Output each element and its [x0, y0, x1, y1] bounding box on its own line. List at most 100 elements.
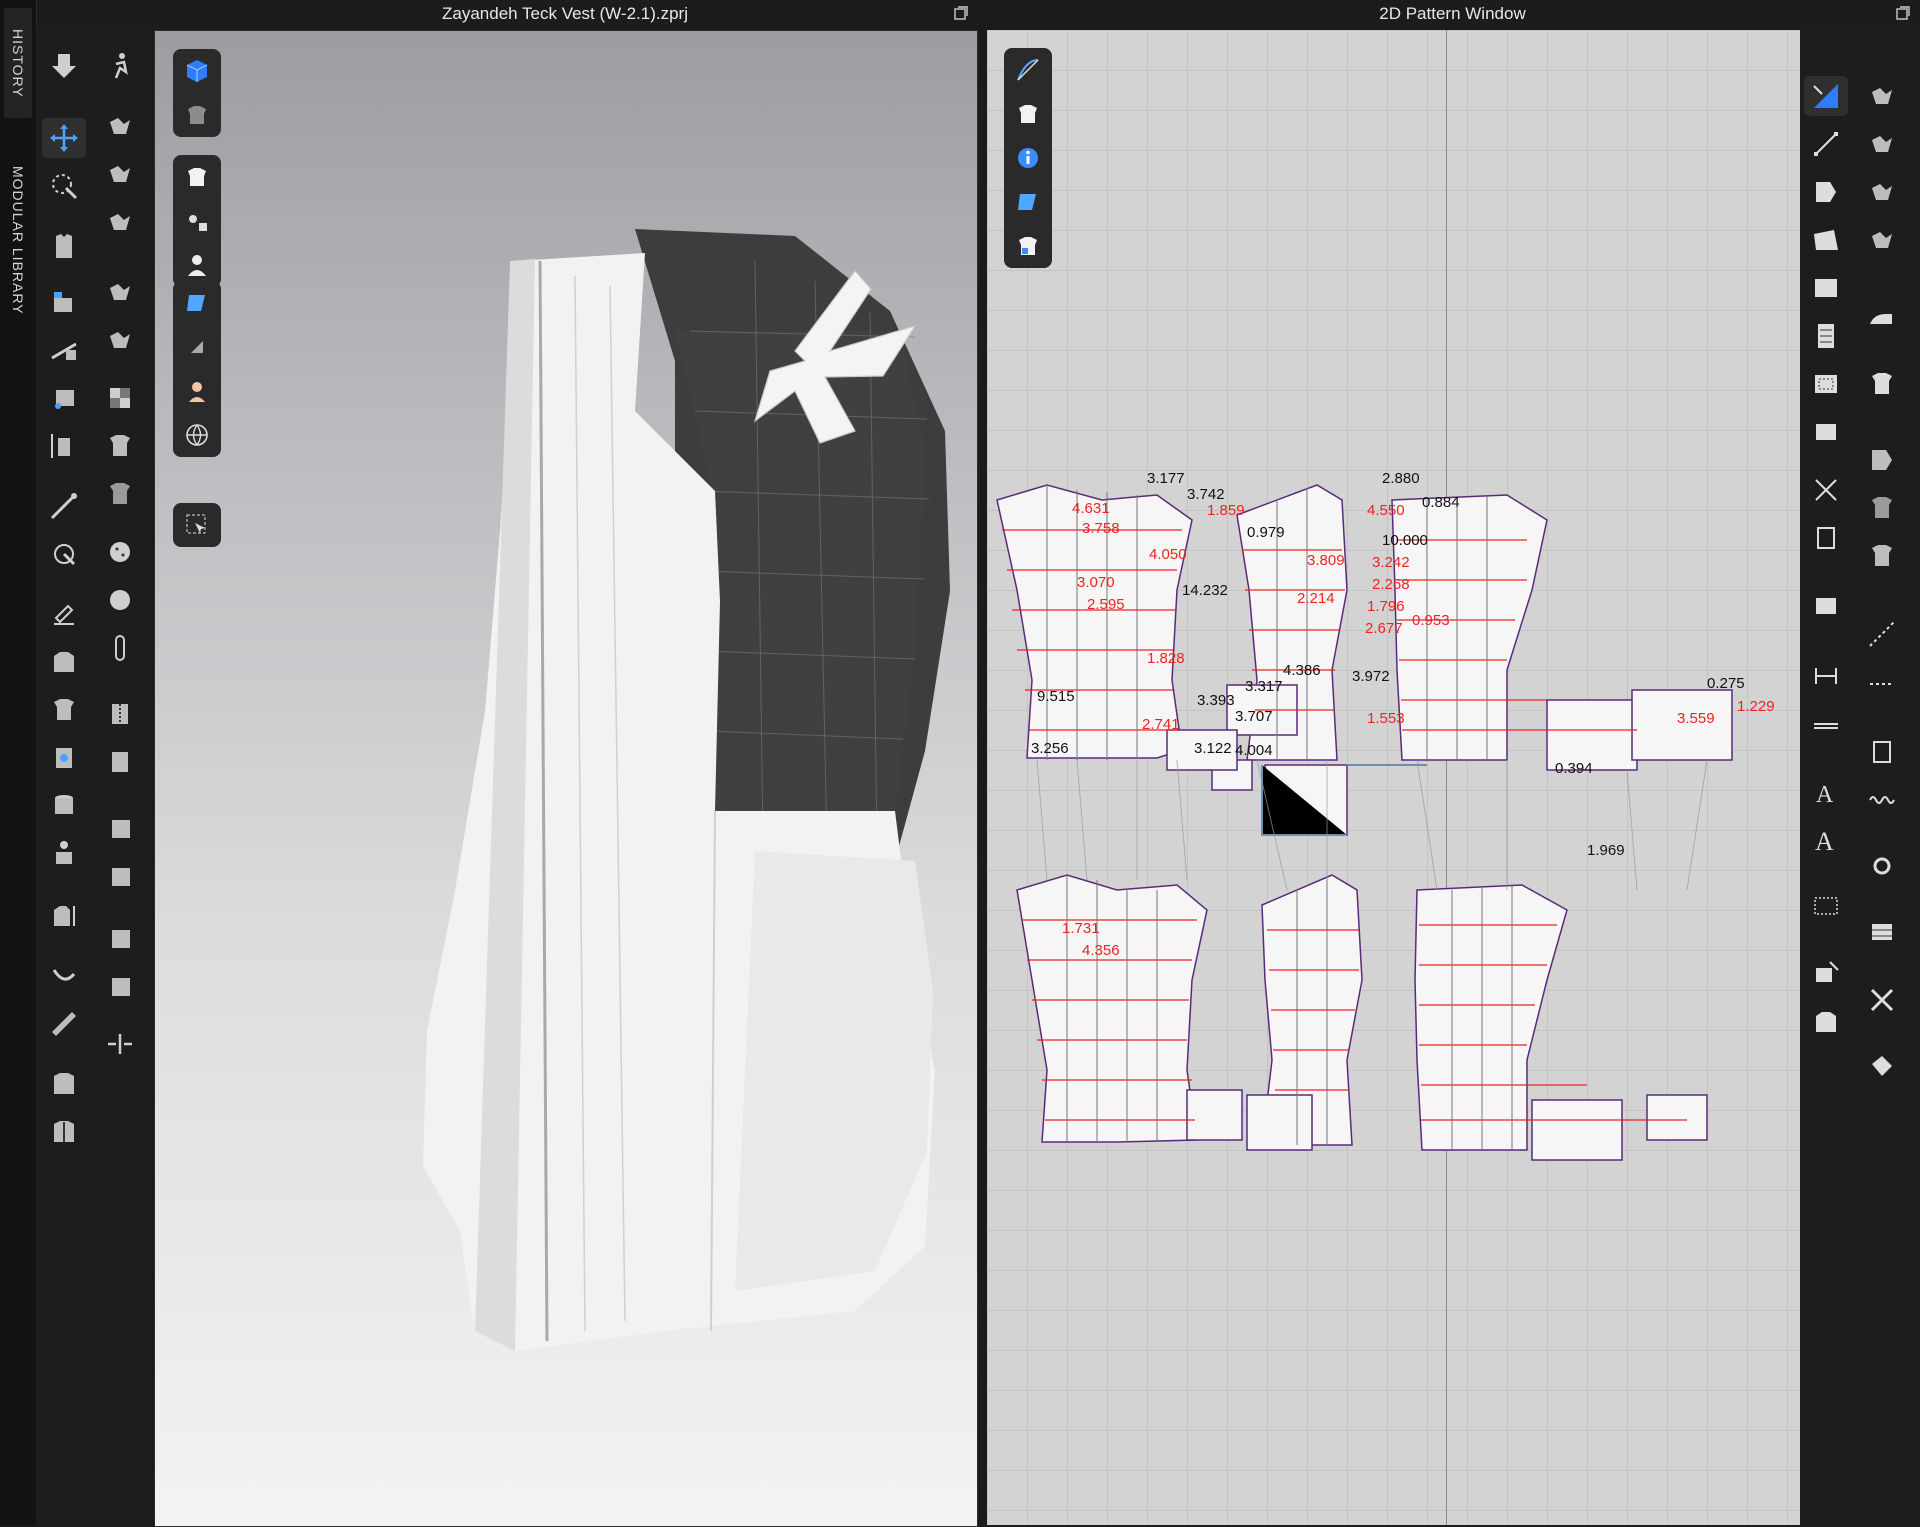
notch-icon[interactable]	[1804, 518, 1848, 558]
tape-tool-icon[interactable]	[42, 956, 86, 996]
measure-label: 3.317	[1245, 678, 1283, 695]
piping-edit-icon[interactable]	[98, 856, 142, 896]
button-select-icon[interactable]	[98, 580, 142, 620]
fold-down-icon[interactable]	[42, 46, 86, 86]
measure-label: 3.809	[1307, 552, 1345, 569]
viewport-3d[interactable]	[154, 30, 978, 1527]
maximize-icon[interactable]	[954, 6, 968, 20]
edit-point-icon[interactable]	[1804, 124, 1848, 164]
align-split-icon[interactable]	[98, 1024, 142, 1064]
measure-label: 2.880	[1382, 470, 1420, 487]
tack-tool-icon[interactable]	[42, 378, 86, 418]
text-tool-icon[interactable]: A	[1804, 772, 1848, 812]
cloth-move-icon[interactable]	[98, 272, 142, 312]
measure-label: 2.677	[1365, 620, 1403, 637]
pin-tool-icon[interactable]	[42, 282, 86, 322]
texture-grid-icon[interactable]	[1860, 488, 1904, 528]
garment-drop-icon[interactable]	[98, 202, 142, 242]
measure-label: 4.004	[1235, 742, 1273, 759]
select-move-icon[interactable]	[42, 118, 86, 158]
tab-history[interactable]: HISTORY	[4, 8, 32, 118]
needle-icon[interactable]	[42, 486, 86, 526]
elastic-icon[interactable]	[1860, 732, 1904, 772]
polygon-icon[interactable]	[1804, 220, 1848, 260]
measure-label: 4.550	[1367, 502, 1405, 519]
measure-label: 1.828	[1147, 650, 1185, 667]
zipper-edit-icon[interactable]	[98, 742, 142, 782]
free-sew-icon[interactable]	[1860, 172, 1904, 212]
shirt-fit-icon[interactable]	[1860, 364, 1904, 404]
measure-label: 3.972	[1352, 668, 1390, 685]
pattern-canvas[interactable]: 3.177 3.742 2.880 4.550 10.000 14.232 3.…	[987, 30, 1800, 1525]
fabric-block-icon[interactable]	[98, 966, 142, 1006]
measure-label: 1.229	[1737, 698, 1775, 715]
wave-stitch-icon[interactable]	[1860, 780, 1904, 820]
text-edit-icon[interactable]: A	[1804, 820, 1848, 860]
window-3d-title: Zayandeh Teck Vest (W-2.1).zprj	[152, 0, 978, 28]
shirt-texture-icon[interactable]	[98, 426, 142, 466]
dart-icon[interactable]	[1804, 316, 1848, 356]
edit-curve-icon[interactable]	[1804, 172, 1848, 212]
tack-circle-icon[interactable]	[42, 534, 86, 574]
checker-texture-icon[interactable]	[98, 378, 142, 418]
fabric-assign-icon[interactable]	[1860, 440, 1904, 480]
tack-on-pattern-icon[interactable]	[1860, 220, 1904, 260]
lasso-select-icon[interactable]	[42, 166, 86, 206]
jacket-icon[interactable]	[42, 642, 86, 682]
shirt-zipper-icon[interactable]	[42, 1112, 86, 1152]
segment-line-icon[interactable]	[1860, 614, 1904, 654]
measure-label: 1.859	[1207, 502, 1245, 519]
measure-label: 1.796	[1367, 598, 1405, 615]
cylinder-icon[interactable]	[42, 786, 86, 826]
checker-shirt-icon[interactable]	[1860, 536, 1904, 576]
garment-3d-model[interactable]	[155, 31, 977, 1526]
simulation-icon[interactable]	[98, 106, 142, 146]
arrange-pattern-icon[interactable]	[1804, 954, 1848, 994]
garment-fit-icon[interactable]	[42, 226, 86, 266]
tab-modular-library[interactable]: MODULAR LIBRARY	[4, 140, 32, 340]
internal-rect-icon[interactable]	[1804, 364, 1848, 404]
window-3d-garment: Zayandeh Teck Vest (W-2.1).zprj	[152, 0, 978, 1527]
avatar-pose-icon[interactable]	[42, 834, 86, 874]
avatar-run-icon[interactable]	[98, 46, 142, 86]
cloth-rotate-icon[interactable]	[98, 320, 142, 360]
seam-pair-icon[interactable]	[1860, 124, 1904, 164]
rectangle-icon[interactable]	[1804, 268, 1848, 308]
garment-layer-icon[interactable]	[42, 896, 86, 936]
measure-label: 3.122	[1194, 740, 1232, 757]
grid-pattern-icon[interactable]	[1804, 886, 1848, 926]
shirt-pin-icon[interactable]	[42, 1064, 86, 1104]
buttonhole-icon[interactable]	[98, 628, 142, 668]
shirt-checker-icon[interactable]	[98, 474, 142, 514]
seam-length-icon[interactable]	[1804, 706, 1848, 746]
garment-sew-icon[interactable]	[1860, 76, 1904, 116]
seam-measure-icon[interactable]	[1804, 656, 1848, 696]
iron-icon[interactable]	[1860, 298, 1904, 338]
ruler-tool-icon[interactable]	[42, 1004, 86, 1044]
piping-icon[interactable]	[98, 808, 142, 848]
measure-tool-icon[interactable]	[42, 330, 86, 370]
pleat-icon[interactable]	[1860, 912, 1904, 952]
avatar-measure-icon[interactable]	[42, 426, 86, 466]
cut-line-icon[interactable]	[1804, 470, 1848, 510]
zipper-icon[interactable]	[98, 694, 142, 734]
measure-label: 10.000	[1382, 532, 1428, 549]
fold-arrange-icon[interactable]	[98, 154, 142, 194]
shirt-arrange-icon[interactable]	[42, 690, 86, 730]
transform-pattern-icon[interactable]	[1804, 76, 1848, 116]
brush-select-icon[interactable]	[42, 594, 86, 634]
pattern-pieces[interactable]	[987, 30, 1800, 1525]
maximize-icon[interactable]	[1896, 6, 1910, 20]
fill-bucket-icon[interactable]	[1860, 1046, 1904, 1086]
button-icon[interactable]	[98, 532, 142, 572]
trace-icon[interactable]	[1804, 412, 1848, 452]
topstitch-icon[interactable]	[98, 918, 142, 958]
dashed-line-icon[interactable]	[1860, 664, 1904, 704]
shirt-select-icon[interactable]	[1804, 1002, 1848, 1042]
arrangement-point-icon[interactable]	[42, 738, 86, 778]
seam-segment-icon[interactable]	[1804, 586, 1848, 626]
scissor-icon[interactable]	[1860, 980, 1904, 1020]
measure-label: 1.731	[1062, 920, 1100, 937]
svg-text:A: A	[1815, 827, 1834, 856]
gear-icon[interactable]	[1860, 846, 1904, 886]
